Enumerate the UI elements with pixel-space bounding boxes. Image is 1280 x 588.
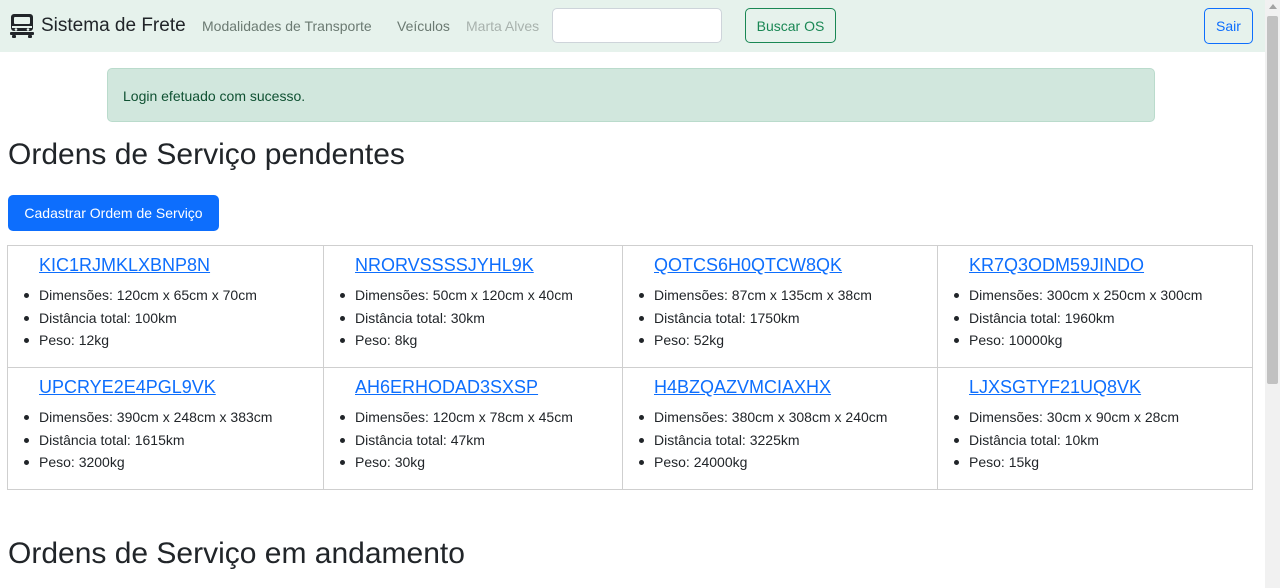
order-distance: Distância total: 1960km bbox=[954, 307, 1238, 330]
order-weight: Peso: 15kg bbox=[954, 451, 1238, 474]
brand-link[interactable]: Sistema de Frete bbox=[9, 13, 186, 39]
order-distance: Distância total: 100km bbox=[24, 307, 309, 330]
order-details: Dimensões: 30cm x 90cm x 28cm Distância … bbox=[954, 406, 1238, 474]
scroll-up-arrow-icon[interactable] bbox=[1269, 4, 1277, 9]
order-weight: Peso: 52kg bbox=[639, 329, 923, 352]
order-card: KIC1RJMKLXBNP8N Dimensões: 120cm x 65cm … bbox=[7, 245, 324, 368]
pending-orders-grid: KIC1RJMKLXBNP8N Dimensões: 120cm x 65cm … bbox=[7, 245, 1253, 490]
order-code-link[interactable]: H4BZQAZVMCIAXHX bbox=[654, 377, 831, 398]
order-card: KR7Q3ODM59JINDO Dimensões: 300cm x 250cm… bbox=[937, 245, 1253, 368]
in-progress-orders-heading: Ordens de Serviço em andamento bbox=[8, 537, 465, 570]
order-code-link[interactable]: UPCRYE2E4PGL9VK bbox=[39, 377, 216, 398]
order-code-link[interactable]: NRORVSSSSJYHL9K bbox=[355, 255, 534, 276]
order-dimensions: Dimensões: 380cm x 308cm x 240cm bbox=[639, 406, 923, 429]
order-details: Dimensões: 300cm x 250cm x 300cm Distânc… bbox=[954, 284, 1238, 352]
order-code-link[interactable]: KIC1RJMKLXBNP8N bbox=[39, 255, 210, 276]
order-weight: Peso: 10000kg bbox=[954, 329, 1238, 352]
navbar: Sistema de Frete Modalidades de Transpor… bbox=[0, 0, 1265, 52]
nav-link-transport-modes[interactable]: Modalidades de Transporte bbox=[202, 18, 372, 34]
order-distance: Distância total: 47km bbox=[340, 429, 608, 452]
order-dimensions: Dimensões: 87cm x 135cm x 38cm bbox=[639, 284, 923, 307]
order-weight: Peso: 12kg bbox=[24, 329, 309, 352]
search-input[interactable] bbox=[552, 8, 722, 43]
success-alert: Login efetuado com sucesso. bbox=[107, 68, 1155, 122]
order-weight: Peso: 8kg bbox=[340, 329, 608, 352]
order-distance: Distância total: 10km bbox=[954, 429, 1238, 452]
order-weight: Peso: 24000kg bbox=[639, 451, 923, 474]
add-service-order-button[interactable]: Cadastrar Ordem de Serviço bbox=[8, 195, 219, 231]
order-dimensions: Dimensões: 50cm x 120cm x 40cm bbox=[340, 284, 608, 307]
order-weight: Peso: 3200kg bbox=[24, 451, 309, 474]
order-card: QOTCS6H0QTCW8QK Dimensões: 87cm x 135cm … bbox=[622, 245, 938, 368]
search-os-button[interactable]: Buscar OS bbox=[745, 8, 836, 43]
order-dimensions: Dimensões: 120cm x 78cm x 45cm bbox=[340, 406, 608, 429]
order-details: Dimensões: 120cm x 65cm x 70cm Distância… bbox=[24, 284, 309, 352]
pending-orders-heading: Ordens de Serviço pendentes bbox=[8, 138, 405, 171]
order-details: Dimensões: 50cm x 120cm x 40cm Distância… bbox=[340, 284, 608, 352]
order-details: Dimensões: 380cm x 308cm x 240cm Distânc… bbox=[639, 406, 923, 474]
order-distance: Distância total: 30km bbox=[340, 307, 608, 330]
order-distance: Distância total: 1615km bbox=[24, 429, 309, 452]
nav-link-vehicles[interactable]: Veículos bbox=[397, 18, 450, 34]
order-card: AH6ERHODAD3SXSP Dimensões: 120cm x 78cm … bbox=[323, 367, 623, 490]
order-distance: Distância total: 1750km bbox=[639, 307, 923, 330]
order-details: Dimensões: 87cm x 135cm x 38cm Distância… bbox=[639, 284, 923, 352]
order-distance: Distância total: 3225km bbox=[639, 429, 923, 452]
order-card: NRORVSSSSJYHL9K Dimensões: 50cm x 120cm … bbox=[323, 245, 623, 368]
order-card: H4BZQAZVMCIAXHX Dimensões: 380cm x 308cm… bbox=[622, 367, 938, 490]
order-details: Dimensões: 120cm x 78cm x 45cm Distância… bbox=[340, 406, 608, 474]
order-code-link[interactable]: KR7Q3ODM59JINDO bbox=[969, 255, 1144, 276]
order-weight: Peso: 30kg bbox=[340, 451, 608, 474]
order-dimensions: Dimensões: 30cm x 90cm x 28cm bbox=[954, 406, 1238, 429]
order-dimensions: Dimensões: 120cm x 65cm x 70cm bbox=[24, 284, 309, 307]
order-code-link[interactable]: LJXSGTYF21UQ8VK bbox=[969, 377, 1141, 398]
scrollbar-thumb[interactable] bbox=[1267, 16, 1278, 384]
truck-front-icon bbox=[10, 14, 34, 38]
order-card: LJXSGTYF21UQ8VK Dimensões: 30cm x 90cm x… bbox=[937, 367, 1253, 490]
user-name: Marta Alves bbox=[466, 18, 540, 34]
order-dimensions: Dimensões: 300cm x 250cm x 300cm bbox=[954, 284, 1238, 307]
order-code-link[interactable]: QOTCS6H0QTCW8QK bbox=[654, 255, 842, 276]
order-details: Dimensões: 390cm x 248cm x 383cm Distânc… bbox=[24, 406, 309, 474]
order-dimensions: Dimensões: 390cm x 248cm x 383cm bbox=[24, 406, 309, 429]
page-scrollbar[interactable] bbox=[1265, 0, 1280, 588]
order-code-link[interactable]: AH6ERHODAD3SXSP bbox=[355, 377, 538, 398]
logout-button[interactable]: Sair bbox=[1204, 8, 1253, 44]
brand-name: Sistema de Frete bbox=[41, 15, 186, 36]
order-card: UPCRYE2E4PGL9VK Dimensões: 390cm x 248cm… bbox=[7, 367, 324, 490]
